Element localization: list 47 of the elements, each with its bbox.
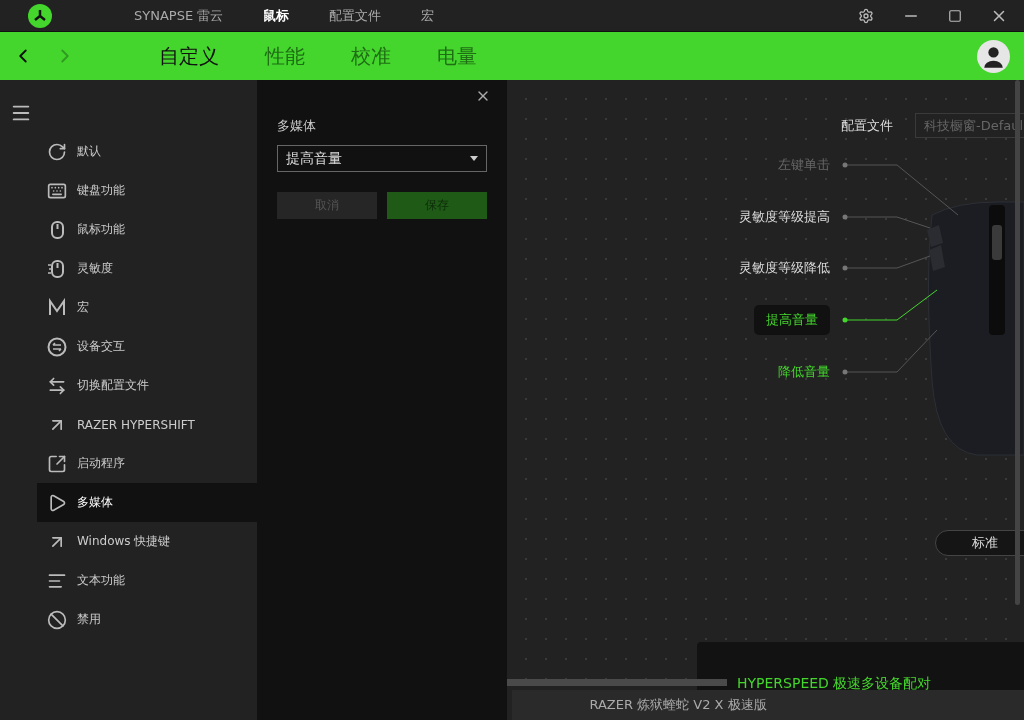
item-icon — [47, 492, 67, 513]
nav-tab[interactable]: 宏 — [401, 6, 455, 25]
sidebar-item[interactable]: 宏 — [37, 288, 257, 327]
sidebar-item[interactable]: 键盘功能 — [37, 171, 257, 210]
action-dropdown[interactable]: 提高音量 — [277, 145, 487, 172]
device-name: RAZER 炼狱蝰蛇 V2 X 极速版 — [589, 696, 767, 714]
sidebar-item[interactable]: 启动程序 — [37, 444, 257, 483]
caret-icon — [470, 156, 478, 161]
item-icon — [47, 297, 67, 318]
button-label[interactable]: 提高音量 — [754, 305, 830, 335]
item-icon — [47, 258, 67, 279]
item-icon — [47, 609, 67, 630]
pairing-link[interactable]: HYPERSPEED 极速多设备配对 — [737, 675, 932, 693]
sidebar-item[interactable]: 多媒体 — [37, 483, 257, 522]
connector-dot — [842, 265, 848, 271]
sidebar-item[interactable]: Windows 快捷键 — [37, 522, 257, 561]
sidebar-item[interactable]: 设备交互 — [37, 327, 257, 366]
sidebar-item[interactable]: 文本功能 — [37, 561, 257, 600]
nav-tab[interactable]: SYNAPSE 雷云 — [114, 6, 244, 25]
profile-label: 配置文件 — [841, 117, 893, 135]
logo-icon — [28, 3, 52, 28]
button-label[interactable]: 降低音量 — [778, 363, 830, 381]
connector-dot — [842, 369, 848, 375]
item-icon — [47, 336, 67, 357]
sidebar-item[interactable]: 灵敏度 — [37, 249, 257, 288]
item-icon — [47, 375, 67, 396]
button-label[interactable]: 灵敏度等级降低 — [739, 259, 830, 277]
sidebar-item[interactable]: 默认 — [37, 132, 257, 171]
nav-tab[interactable]: 鼠标 — [243, 6, 310, 25]
button-label[interactable]: 灵敏度等级提高 — [739, 208, 830, 226]
avatar-icon[interactable] — [977, 39, 1010, 73]
item-icon — [47, 141, 67, 162]
sub-tab[interactable]: 自定义 — [136, 42, 242, 70]
connector-dot — [842, 162, 848, 168]
settings-icon[interactable] — [858, 7, 874, 24]
connector-dot — [842, 214, 848, 220]
scrollbar[interactable] — [507, 679, 727, 686]
sidebar-item[interactable]: 鼠标功能 — [37, 210, 257, 249]
panel-title: 多媒体 — [277, 117, 317, 135]
sidebar-item[interactable]: 切换配置文件 — [37, 366, 257, 405]
item-icon — [47, 453, 67, 474]
view-button[interactable]: 标准 — [935, 530, 1024, 556]
maximize-icon[interactable] — [948, 8, 962, 23]
sidebar-item[interactable]: 禁用 — [37, 600, 257, 639]
nav-tab[interactable]: 配置文件 — [309, 6, 402, 25]
sidebar-item[interactable]: RAZER HYPERSHIFT — [37, 405, 257, 444]
connector-dot — [842, 317, 848, 323]
